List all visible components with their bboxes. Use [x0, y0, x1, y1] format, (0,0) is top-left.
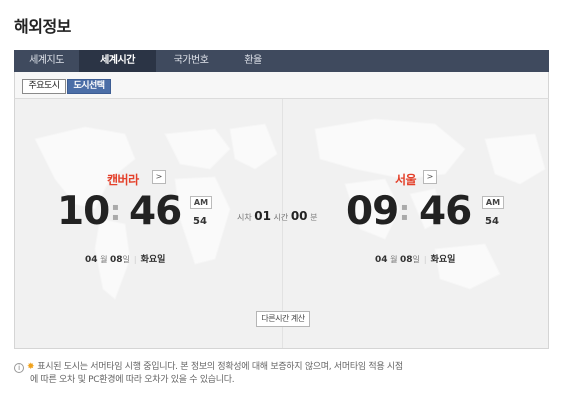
diff-minutes-unit: 분 [310, 213, 318, 222]
right-weekday: 화요일 [430, 255, 456, 265]
left-date-day: 08 [110, 255, 123, 265]
notice-line-1: 표시된 도시는 서머타임 시행 중입니다. 본 정보의 정확성에 대해 보증하지… [37, 362, 403, 372]
left-colon-icon: ▪ ▪ [112, 202, 119, 223]
subtab-major-cities[interactable]: 주요도시 [22, 79, 66, 94]
time-difference: 시차 01 시간 00 분 [237, 209, 337, 223]
right-ampm: AM [482, 196, 504, 209]
right-date: 04 월 08일 | 화요일 [375, 255, 456, 265]
diff-minutes: 00 [290, 209, 308, 223]
tab-world-map[interactable]: 세계지도 [14, 50, 79, 72]
right-date-day: 08 [400, 255, 413, 265]
left-minute: 46 [129, 189, 182, 234]
tab-world-time[interactable]: 세계시간 [79, 50, 156, 72]
right-day-unit: 일 [412, 255, 420, 264]
left-day-unit: 일 [122, 255, 130, 264]
right-seconds: 54 [485, 216, 499, 227]
clock-panel: 캔버라 > 10 ▪ ▪ 46 AM 54 04 월 08일 | 화요일 시차 01 … [14, 99, 549, 349]
left-date: 04 월 08일 | 화요일 [85, 255, 166, 265]
diff-hours: 01 [254, 209, 271, 223]
left-seconds: 54 [193, 216, 207, 227]
other-time-calc-button[interactable]: 다른시간 계산 [256, 311, 310, 327]
right-colon-icon: ▪ ▪ [401, 202, 408, 223]
main-tabs: 세계지도 세계시간 국가번호 환율 [14, 50, 549, 72]
right-month-unit: 월 [390, 255, 398, 264]
notice-line-2: 에 따른 오차 및 PC환경에 따라 오차가 있을 수 있습니다. [30, 375, 235, 385]
right-city-select-button[interactable]: > [423, 170, 437, 184]
left-ampm: AM [190, 196, 212, 209]
left-city-name: 캔버라 [107, 173, 139, 187]
right-date-month: 04 [375, 255, 388, 265]
left-city-select-button[interactable]: > [152, 170, 166, 184]
info-icon: i [14, 363, 24, 373]
right-minute: 46 [419, 189, 472, 234]
left-date-month: 04 [85, 255, 98, 265]
subtab-bar: 주요도시 도시선택 [14, 72, 549, 99]
left-month-unit: 월 [100, 255, 108, 264]
notice-text: i ✸ 표시된 도시는 서머타임 시행 중입니다. 본 정보의 정확성에 대해 보증… [14, 361, 559, 387]
star-icon: ✸ [27, 362, 35, 372]
left-weekday: 화요일 [140, 255, 166, 265]
tab-exchange-rate[interactable]: 환율 [226, 50, 280, 72]
right-city-name: 서울 [395, 173, 417, 187]
right-hour: 09 [346, 189, 399, 234]
subtab-select-city[interactable]: 도시선택 [67, 79, 111, 94]
diff-prefix: 시차 [237, 213, 252, 222]
tab-country-code[interactable]: 국가번호 [156, 50, 226, 72]
left-hour: 10 [57, 189, 110, 234]
page-title: 해외정보 [14, 17, 71, 36]
diff-hours-unit: 시간 [273, 213, 289, 222]
